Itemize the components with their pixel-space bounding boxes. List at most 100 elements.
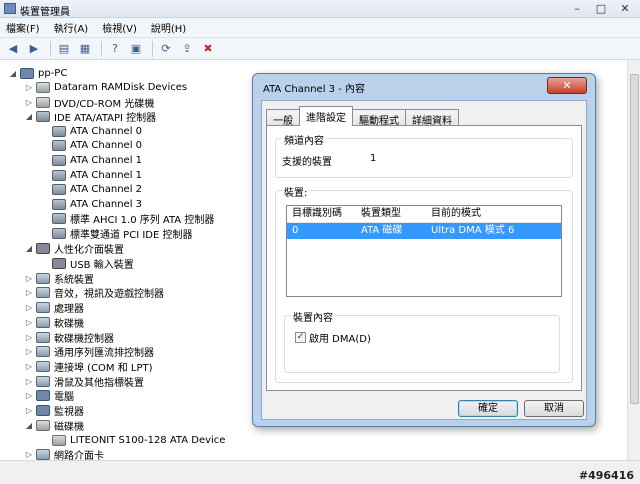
cancel-button[interactable]: 取消 <box>524 400 584 417</box>
checkmark-icon[interactable]: ✓ <box>295 332 306 343</box>
minimize-button[interactable]: – <box>566 1 588 16</box>
expand-icon[interactable]: ▷ <box>24 347 34 356</box>
device-manager-icon <box>4 3 16 14</box>
expand-icon[interactable]: ▷ <box>24 274 34 283</box>
properties-icon[interactable]: ▦ <box>76 41 94 57</box>
tree-item-label: 電腦 <box>54 392 74 403</box>
collapse-icon[interactable]: ◢ <box>24 244 34 253</box>
expand-icon[interactable]: ▷ <box>24 83 34 92</box>
tree-item[interactable]: USB 輸入裝置 <box>40 256 134 271</box>
tree-item[interactable]: ▷ 電腦 <box>24 388 74 403</box>
tree-item-label: 監視器 <box>54 407 84 418</box>
scrollbar-thumb[interactable] <box>630 74 639 404</box>
ahci-controller-icon <box>52 213 66 224</box>
tree-item[interactable]: ▷ Dataram RAMDisk Devices <box>24 80 187 95</box>
tree-item-label: 音效，視訊及遊戲控制器 <box>54 289 164 300</box>
collapse-icon[interactable]: ◢ <box>24 421 34 430</box>
tree-item[interactable]: ATA Channel 1 <box>40 168 142 183</box>
expand-icon[interactable]: ▷ <box>24 98 34 107</box>
tree-item[interactable]: ◢ 磁碟機 <box>24 418 84 433</box>
maximize-button[interactable]: □ <box>590 1 612 16</box>
expand-icon[interactable]: ▷ <box>24 377 34 386</box>
tree-item[interactable]: ▷ 網路介面卡 <box>24 447 104 460</box>
column-device-type[interactable]: 裝置類型 <box>356 206 426 222</box>
tree-item-label: LITEONIT S100-128 ATA Device <box>70 435 226 446</box>
tab-strip: 一般 進階設定 驅動程式 詳細資料 <box>266 106 459 127</box>
tree-item[interactable]: ▷ 系統裝置 <box>24 271 94 286</box>
help-icon[interactable]: ? <box>106 41 124 57</box>
collapse-icon[interactable]: ◢ <box>8 69 18 78</box>
update-driver-icon[interactable]: ⇪ <box>178 41 196 57</box>
tree-item[interactable]: 標準 AHCI 1.0 序列 ATA 控制器 <box>40 211 214 226</box>
dialog-close-button[interactable]: ✕ <box>547 77 587 94</box>
disk-drive-icon <box>52 435 66 446</box>
expand-icon[interactable]: ▷ <box>24 406 34 415</box>
tree-item[interactable]: ▷ 軟碟機 <box>24 315 84 330</box>
tree-item[interactable]: LITEONIT S100-128 ATA Device <box>40 433 225 448</box>
floppy-drive-icon <box>36 317 50 328</box>
tree-item[interactable]: 標準雙通道 PCI IDE 控制器 <box>40 226 192 241</box>
close-button[interactable]: ✕ <box>614 1 636 16</box>
ok-button[interactable]: 確定 <box>458 400 518 417</box>
back-icon[interactable]: ◀ <box>4 41 22 57</box>
tree-item[interactable]: ▷ 音效，視訊及遊戲控制器 <box>24 285 164 300</box>
pci-ide-controller-icon <box>52 228 66 239</box>
tree-item[interactable]: ▷ 連接埠 (COM 和 LPT) <box>24 359 153 374</box>
tree-item[interactable]: ◢ 人性化介面裝置 <box>24 241 124 256</box>
collapse-icon[interactable]: ◢ <box>24 112 34 121</box>
column-current-mode[interactable]: 目前的模式 <box>426 206 561 222</box>
tree-item[interactable]: ATA Channel 0 <box>40 138 142 153</box>
tree-item-label: 磁碟機 <box>54 422 84 433</box>
supported-devices-label: 支援的裝置 <box>282 157 332 168</box>
table-row[interactable]: 0 ATA 磁碟 Ultra DMA 模式 6 <box>287 223 561 239</box>
tab-driver[interactable]: 驅動程式 <box>352 109 406 127</box>
floppy-controller-icon <box>36 332 50 343</box>
tab-general[interactable]: 一般 <box>266 109 300 127</box>
forward-icon[interactable]: ▶ <box>25 41 43 57</box>
expand-icon[interactable]: ▷ <box>24 303 34 312</box>
device-icon[interactable]: ▣ <box>127 41 145 57</box>
device-list[interactable]: 目標識別碼 裝置類型 目前的模式 0 ATA 磁碟 Ultra DMA 模式 6 <box>286 205 562 297</box>
channel-properties-group: 頻道內容 支援的裝置 1 <box>275 132 573 178</box>
expand-icon[interactable]: ▷ <box>24 362 34 371</box>
menu-help[interactable]: 說明(H) <box>151 20 186 35</box>
uninstall-icon[interactable]: ✖ <box>199 41 217 57</box>
status-bar <box>0 460 640 484</box>
devices-label: 裝置: <box>282 184 310 199</box>
tree-item[interactable]: ATA Channel 2 <box>40 182 142 197</box>
watermark: #496416 <box>578 469 634 482</box>
tree-item[interactable]: ▷ 通用序列匯流排控制器 <box>24 344 154 359</box>
tree-item[interactable]: ▷ DVD/CD-ROM 光碟機 <box>24 95 154 110</box>
menu-action[interactable]: 執行(A) <box>54 20 89 35</box>
expand-icon[interactable]: ▷ <box>24 450 34 459</box>
tree-root[interactable]: ◢ pp-PC <box>8 66 67 81</box>
tree-item[interactable]: ATA Channel 1 <box>40 153 142 168</box>
tree-item-label: ATA Channel 0 <box>70 126 143 137</box>
tree-item[interactable]: ▷ 滑鼠及其他指標裝置 <box>24 374 144 389</box>
column-target-id[interactable]: 目標識別碼 <box>287 206 356 222</box>
computer-icon <box>36 390 50 401</box>
tree-item[interactable]: ATA Channel 0 <box>40 124 142 139</box>
tree-item[interactable]: ◢ IDE ATA/ATAPI 控制器 <box>24 109 156 124</box>
tab-advanced[interactable]: 進階設定 <box>299 106 353 126</box>
usb-input-icon <box>52 258 66 269</box>
tree-item[interactable]: ▷ 監視器 <box>24 403 84 418</box>
tab-details[interactable]: 詳細資料 <box>405 109 459 127</box>
expand-icon[interactable]: ▷ <box>24 333 34 342</box>
scan-icon[interactable]: ⟳ <box>157 41 175 57</box>
expand-icon[interactable]: ▷ <box>24 318 34 327</box>
view-icon[interactable]: ▤ <box>55 41 73 57</box>
menu-file[interactable]: 檔案(F) <box>6 20 40 35</box>
supported-devices-value: 1 <box>370 153 377 164</box>
enable-dma-checkbox[interactable]: ✓ 啟用 DMA(D) <box>295 330 371 345</box>
tree-item[interactable]: ▷ 軟碟機控制器 <box>24 330 114 345</box>
tree-item[interactable]: ▷ 處理器 <box>24 300 84 315</box>
menu-view[interactable]: 檢視(V) <box>102 20 137 35</box>
vertical-scrollbar[interactable] <box>627 60 640 460</box>
expand-icon[interactable]: ▷ <box>24 288 34 297</box>
tree-item[interactable]: ATA Channel 3 <box>40 197 142 212</box>
toolbar: ◀ ▶ ▤ ▦ ? ▣ ⟳ ⇪ ✖ <box>0 38 640 60</box>
expand-icon[interactable]: ▷ <box>24 391 34 400</box>
system-device-icon <box>36 273 50 284</box>
ide-channel-icon <box>52 140 66 151</box>
